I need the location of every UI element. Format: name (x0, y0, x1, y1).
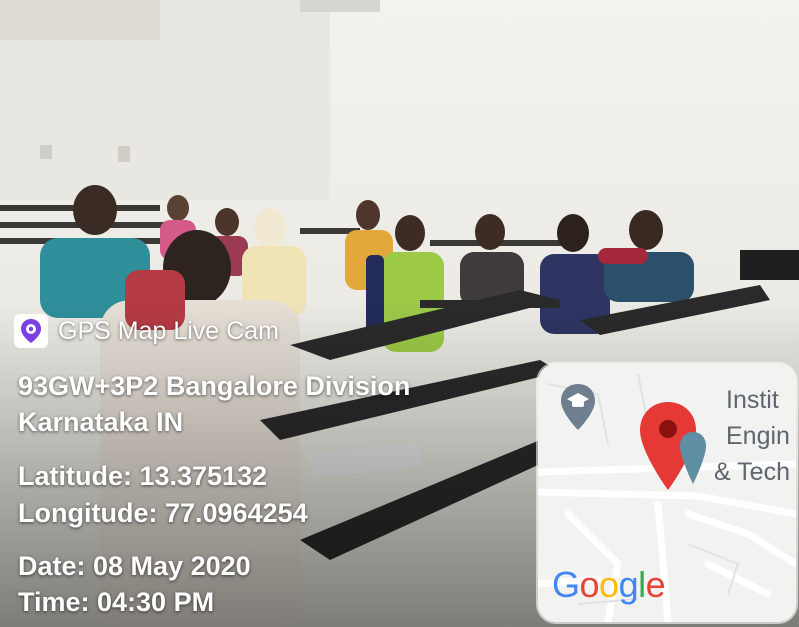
app-name: GPS Map Live Cam (58, 316, 279, 345)
google-logo-letter: e (645, 564, 666, 605)
address-line-1: 93GW+3P2 Bangalore Division (18, 371, 411, 401)
map-place-label-3: & Tech (714, 458, 790, 486)
date-text: Date: 08 May 2020 (18, 551, 251, 581)
google-logo: Google (552, 564, 666, 606)
app-header: GPS Map Live Cam (14, 314, 279, 348)
google-logo-letter: g (618, 564, 639, 605)
latitude-text: Latitude: 13.375132 (18, 461, 268, 491)
poi-marker-icon (680, 432, 706, 484)
map-thumbnail[interactable]: Instit Engin & Tech Google (538, 364, 796, 622)
address-line-2: Karnataka IN (18, 407, 184, 437)
map-place-label-2: Engin (726, 422, 790, 450)
time-text: Time: 04:30 PM (18, 587, 215, 617)
gps-pin-icon (14, 314, 48, 348)
map-place-label-1: Instit (726, 386, 779, 414)
google-logo-letter: o (599, 564, 619, 605)
graduation-cap-icon (561, 384, 595, 430)
google-logo-letter: o (579, 564, 600, 605)
google-logo-letter: G (552, 564, 580, 605)
google-logo-letter: l (638, 564, 646, 605)
longitude-text: Longitude: 77.0964254 (18, 498, 308, 528)
